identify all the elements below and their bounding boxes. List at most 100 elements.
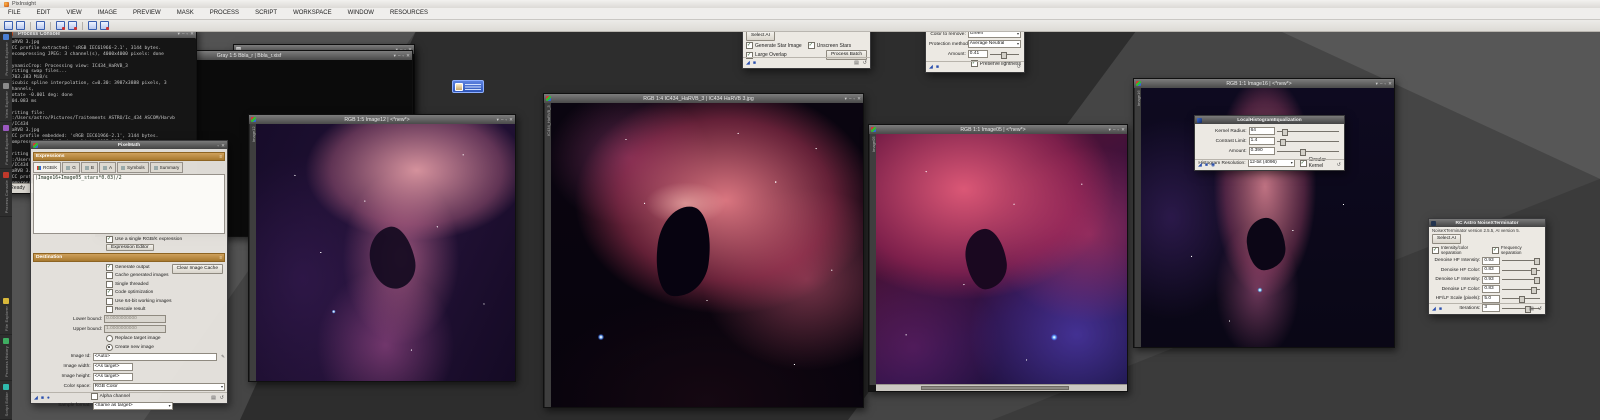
code-optimization-option[interactable]: Code optimization <box>106 289 225 296</box>
maximize-icon[interactable]: ▫ <box>1118 125 1120 134</box>
history-icon[interactable] <box>100 21 109 30</box>
menu-item-process[interactable]: PROCESS <box>202 8 247 19</box>
new-instance-icon[interactable]: ◢ <box>1198 162 1202 168</box>
minimize-icon[interactable]: ‒ <box>1113 125 1116 134</box>
shade-icon[interactable]: ▾ <box>497 115 499 124</box>
amount-input[interactable]: 0.390 <box>1249 147 1275 155</box>
sidebar-tab-process-explorer[interactable]: Process Explorer <box>0 31 12 80</box>
protection-method-select[interactable]: Average Neutral <box>968 40 1021 48</box>
checkbox-icon[interactable] <box>106 289 113 296</box>
horizontal-scrollbar[interactable] <box>876 384 1127 391</box>
checkbox-icon[interactable] <box>1492 247 1499 254</box>
hf-lf-scale-input[interactable]: 5.0 <box>1482 295 1500 303</box>
amount-slider[interactable] <box>1277 149 1339 154</box>
menu-item-file[interactable]: FILE <box>0 8 29 19</box>
close-icon[interactable]: ✕ <box>221 141 225 150</box>
undo-icon[interactable] <box>56 21 65 30</box>
tab-a[interactable]: A <box>99 162 116 173</box>
menu-item-view[interactable]: VIEW <box>58 8 89 19</box>
id-picker-icon[interactable]: ✎ <box>221 354 225 360</box>
close-icon[interactable]: ✕ <box>406 51 410 60</box>
new-instance-icon[interactable]: ◢ <box>746 60 750 66</box>
close-icon[interactable]: ✕ <box>509 115 513 124</box>
radio-icon[interactable] <box>106 335 113 342</box>
close-icon[interactable]: ✕ <box>857 94 861 103</box>
shade-icon[interactable]: ▾ <box>1109 125 1111 134</box>
shade-icon[interactable]: ▾ <box>394 51 396 60</box>
dialog-titlebar[interactable]: PixelMath ▫ ✕ <box>31 141 227 149</box>
sidebar-tab-script-editor[interactable]: Script Editor <box>0 381 12 420</box>
slider-thumb[interactable] <box>1001 52 1007 59</box>
contrast-limit-input[interactable]: 1.4 <box>1249 137 1275 145</box>
iconized-image-chip[interactable] <box>452 80 484 93</box>
checkbox-icon[interactable] <box>106 272 113 279</box>
close-icon[interactable]: ✕ <box>1388 79 1392 88</box>
denoise-hf-color-slider[interactable] <box>1502 268 1540 273</box>
checkbox-icon[interactable] <box>106 281 113 288</box>
slider-thumb[interactable] <box>1534 258 1540 265</box>
kernel-radius-slider[interactable] <box>1277 129 1339 134</box>
select-ai-button[interactable]: Select AI <box>1432 234 1461 244</box>
browse-documentation-icon[interactable]: ▤ <box>854 60 859 66</box>
reset-icon[interactable]: ↺ <box>1017 64 1021 70</box>
checkbox-icon[interactable] <box>746 42 753 49</box>
menu-item-script[interactable]: SCRIPT <box>247 8 285 19</box>
apply-icon[interactable]: ■ <box>753 60 756 66</box>
close-icon[interactable]: ✕ <box>1121 125 1125 134</box>
checkbox-icon[interactable] <box>1432 247 1439 254</box>
single-threaded-option[interactable]: Single threaded <box>106 281 225 288</box>
replace-target-option[interactable]: Replace target image <box>106 335 225 342</box>
reset-icon[interactable]: ↺ <box>1538 306 1542 312</box>
denoise-lf-color-slider[interactable] <box>1502 287 1540 292</box>
reset-icon[interactable]: ↺ <box>1337 162 1341 168</box>
slider-thumb[interactable] <box>1519 296 1525 303</box>
image-canvas[interactable] <box>256 124 515 381</box>
menu-item-mask[interactable]: MASK <box>169 8 202 19</box>
section-menu-icon[interactable]: ≡ <box>219 154 222 159</box>
reset-icon[interactable]: ↺ <box>220 395 224 401</box>
apply-icon[interactable]: ■ <box>936 64 939 70</box>
section-menu-icon[interactable]: ≡ <box>219 255 222 260</box>
hf-lf-scale-slider[interactable] <box>1502 296 1540 301</box>
tab-b[interactable]: B <box>81 162 98 173</box>
minimize-icon[interactable]: ‒ <box>501 115 504 124</box>
minimize-icon[interactable]: ‒ <box>398 51 401 60</box>
apply-icon[interactable]: ■ <box>1205 162 1208 168</box>
minimize-icon[interactable]: ‒ <box>1380 79 1383 88</box>
menu-item-edit[interactable]: EDIT <box>29 8 59 19</box>
destination-section-header[interactable]: Destination ≡ <box>33 253 225 262</box>
create-new-image-option[interactable]: Create new image <box>106 344 225 351</box>
image-canvas[interactable] <box>876 134 1127 385</box>
maximize-icon[interactable]: ▫ <box>1385 79 1387 88</box>
checkbox-icon[interactable] <box>106 298 113 305</box>
apply-icon[interactable]: ■ <box>1439 306 1442 312</box>
reset-icon[interactable]: ↺ <box>863 60 867 66</box>
kernel-radius-input[interactable]: 64 <box>1249 127 1275 135</box>
contrast-limit-slider[interactable] <box>1277 139 1339 144</box>
tab-symbols[interactable]: Symbols <box>117 162 149 173</box>
apply-icon[interactable]: ■ <box>41 395 44 401</box>
maximize-icon[interactable]: ▫ <box>218 141 220 150</box>
new-instance-icon[interactable]: ◢ <box>34 395 38 401</box>
denoise-lf-color-input[interactable]: 0.83 <box>1482 285 1500 293</box>
denoise-lf-intensity-input[interactable]: 0.93 <box>1482 276 1500 284</box>
slider-thumb[interactable] <box>1300 149 1306 156</box>
menu-item-resources[interactable]: RESOURCES <box>382 8 436 19</box>
sidebar-tab-format-explorer[interactable]: Format Explorer <box>0 122 12 169</box>
radio-icon[interactable] <box>106 344 113 351</box>
denoise-hf-color-input[interactable]: 0.83 <box>1482 266 1500 274</box>
browse-documentation-icon[interactable]: ▤ <box>211 395 216 401</box>
navigator-icon[interactable] <box>88 21 97 30</box>
new-instance-icon[interactable]: ◢ <box>929 64 933 70</box>
checkbox-icon[interactable] <box>106 236 113 243</box>
menu-item-window[interactable]: WINDOW <box>340 8 382 19</box>
browse-documentation-icon[interactable]: ▤ <box>1529 306 1534 312</box>
realtime-preview-icon[interactable]: ◉ <box>1211 162 1215 168</box>
image-width-input[interactable]: <As target> <box>93 363 133 371</box>
sidebar-tab-process-history[interactable]: Process History <box>0 335 12 381</box>
amount-input[interactable]: 0.41 <box>968 50 988 58</box>
open-image-icon[interactable] <box>16 21 25 30</box>
image-canvas[interactable] <box>551 103 863 407</box>
save-icon[interactable] <box>36 21 45 30</box>
new-instance-icon[interactable]: ◢ <box>1432 306 1436 312</box>
